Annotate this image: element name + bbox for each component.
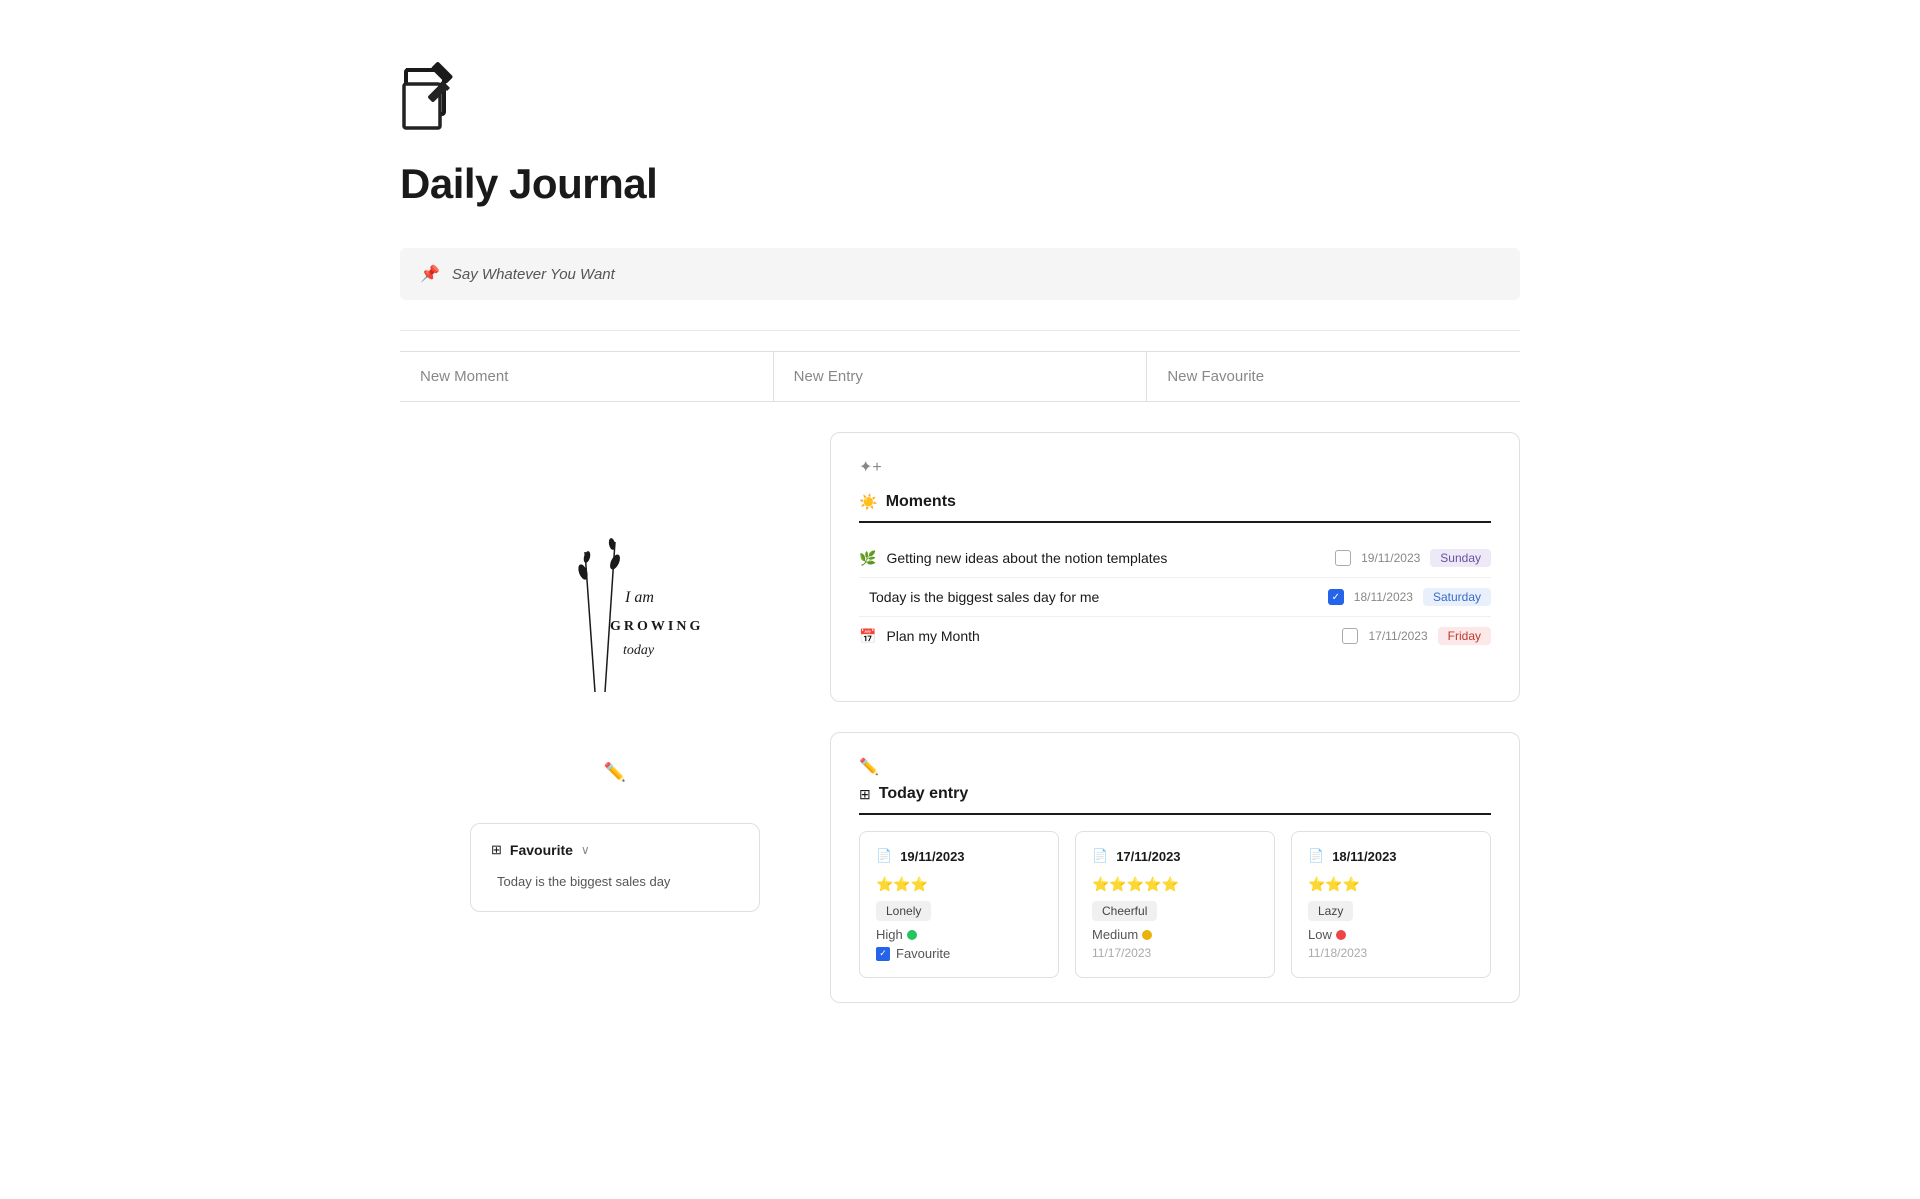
pin-icon: 📌 (420, 264, 440, 284)
entry-card-3-stars: ⭐⭐⭐ (1308, 876, 1474, 893)
sparkle-icon[interactable]: ✦+ (859, 457, 882, 477)
pinned-banner: 📌 Say Whatever You Want (400, 248, 1520, 300)
entry-card-2-mood: Cheerful (1092, 901, 1157, 921)
edit-icon: ✏️ (604, 762, 626, 782)
grid-icon: ⊞ (859, 786, 871, 803)
entry-card-3-date-small: 11/18/2023 (1308, 946, 1474, 960)
entry-card-2-energy-dot (1142, 930, 1152, 940)
moment-item-1: 🌿 Getting new ideas about the notion tem… (859, 539, 1491, 578)
moment-day-2: Saturday (1423, 588, 1491, 606)
sun-icon: ☀️ (859, 493, 878, 511)
moment-text-1: Getting new ideas about the notion templ… (886, 550, 1325, 566)
content-area-moments: I am GROWING today ✦+ ☀️ Moments 🌿 Getti… (400, 432, 1520, 702)
page-title: Daily Journal (400, 160, 1520, 208)
svg-text:I am: I am (624, 589, 654, 606)
page-icon-area (400, 80, 1520, 140)
entry-card-3-energy-label: Low (1308, 927, 1332, 942)
entry-card-1-fav-checkbox[interactable] (876, 947, 890, 961)
entry-card-2-header: 📄 17/11/2023 (1092, 848, 1258, 864)
entry-grid: 📄 19/11/2023 ⭐⭐⭐ Lonely High Favourite (859, 831, 1491, 978)
moment-icon-3: 📅 (859, 628, 876, 645)
entry-card-1-energy: High (876, 927, 1042, 942)
illustration-left-2: ✏️ ⊞ Favourite ∨ Today is the biggest sa… (400, 732, 830, 1003)
moment-item-3: 📅 Plan my Month 17/11/2023 Friday (859, 617, 1491, 655)
divider-1 (400, 330, 1520, 331)
today-entry-title: Today entry (879, 785, 969, 803)
moment-checkbox-2[interactable] (1328, 589, 1344, 605)
illustration-svg: I am GROWING today (515, 472, 715, 702)
today-entry-edit-icon-area: ✏️ (859, 757, 1491, 777)
entry-card-1-mood: Lonely (876, 901, 931, 921)
illustration-area: I am GROWING today (400, 432, 830, 702)
fav-mini-title: Favourite (510, 842, 573, 858)
svg-text:today: today (623, 643, 655, 658)
entry-card-3-energy-dot (1336, 930, 1346, 940)
moments-card: ✦+ ☀️ Moments 🌿 Getting new ideas about … (830, 432, 1520, 702)
moment-text-3: Plan my Month (886, 628, 1332, 644)
moments-title-row: ☀️ Moments (859, 493, 1491, 523)
pinned-text: Say Whatever You Want (452, 266, 615, 283)
main-container: Daily Journal 📌 Say Whatever You Want Ne… (310, 0, 1610, 1093)
new-entry-button[interactable]: New Entry (774, 352, 1148, 401)
entry-card-2-stars: ⭐⭐⭐⭐⭐ (1092, 876, 1258, 893)
fav-mini-dropdown-icon[interactable]: ∨ (581, 843, 590, 857)
entry-card-1-fav-label: Favourite (896, 946, 950, 961)
moment-date-3: 17/11/2023 (1368, 629, 1427, 643)
entry-card-3: 📄 18/11/2023 ⭐⭐⭐ Lazy Low 11/18/2023 (1291, 831, 1491, 978)
moments-title: Moments (886, 493, 956, 511)
entry-card-2-date: 17/11/2023 (1116, 849, 1180, 864)
content-area-entries: ✏️ ⊞ Favourite ∨ Today is the biggest sa… (400, 732, 1520, 1003)
new-buttons-row: New Moment New Entry New Favourite (400, 351, 1520, 402)
card-header: ✦+ (859, 457, 1491, 477)
fav-mini-item-text: Today is the biggest sales day (497, 874, 670, 889)
moment-day-3: Friday (1438, 627, 1491, 645)
entry-card-1-fav-row: Favourite (876, 946, 1042, 961)
entry-card-1: 📄 19/11/2023 ⭐⭐⭐ Lonely High Favourite (859, 831, 1059, 978)
today-entry-edit-icon: ✏️ (859, 759, 879, 776)
entry-card-3-mood: Lazy (1308, 901, 1353, 921)
entry-card-1-energy-dot (907, 930, 917, 940)
entry-card-1-energy-label: High (876, 927, 903, 942)
entry-card-2-date-small: 11/17/2023 (1092, 946, 1258, 960)
entry-card-3-header: 📄 18/11/2023 (1308, 848, 1474, 864)
fav-mini-grid-icon: ⊞ (491, 842, 502, 858)
moment-icon-1: 🌿 (859, 550, 876, 567)
fav-mini-item: Today is the biggest sales day (491, 870, 739, 893)
svg-text:GROWING: GROWING (610, 619, 703, 634)
entry-card-3-doc-icon: 📄 (1308, 848, 1324, 864)
moment-date-2: 18/11/2023 (1354, 590, 1413, 604)
moment-checkbox-3[interactable] (1342, 628, 1358, 644)
entry-card-2-energy: Medium (1092, 927, 1258, 942)
today-entry-card: ✏️ ⊞ Today entry 📄 19/11/2023 ⭐⭐⭐ Lonely (830, 732, 1520, 1003)
entry-card-2-energy-label: Medium (1092, 927, 1138, 942)
new-moment-button[interactable]: New Moment (400, 352, 774, 401)
moment-text-2: Today is the biggest sales day for me (869, 589, 1318, 605)
entry-card-2: 📄 17/11/2023 ⭐⭐⭐⭐⭐ Cheerful Medium 11/17… (1075, 831, 1275, 978)
edit-icon-area: ✏️ (604, 752, 626, 783)
entry-card-1-date: 19/11/2023 (900, 849, 964, 864)
entry-card-1-stars: ⭐⭐⭐ (876, 876, 1042, 893)
entry-card-3-date: 18/11/2023 (1332, 849, 1396, 864)
moment-date-1: 19/11/2023 (1361, 551, 1420, 565)
fav-mini-header: ⊞ Favourite ∨ (491, 842, 739, 858)
new-favourite-button[interactable]: New Favourite (1147, 352, 1520, 401)
moment-day-1: Sunday (1430, 549, 1491, 567)
entry-card-1-header: 📄 19/11/2023 (876, 848, 1042, 864)
today-entry-title-row: ⊞ Today entry (859, 785, 1491, 815)
moment-item-2: Today is the biggest sales day for me 18… (859, 578, 1491, 617)
moment-checkbox-1[interactable] (1335, 550, 1351, 566)
entry-card-3-energy: Low (1308, 927, 1474, 942)
entry-card-1-doc-icon: 📄 (876, 848, 892, 864)
entry-card-2-doc-icon: 📄 (1092, 848, 1108, 864)
favourite-mini-card: ⊞ Favourite ∨ Today is the biggest sales… (470, 823, 760, 912)
